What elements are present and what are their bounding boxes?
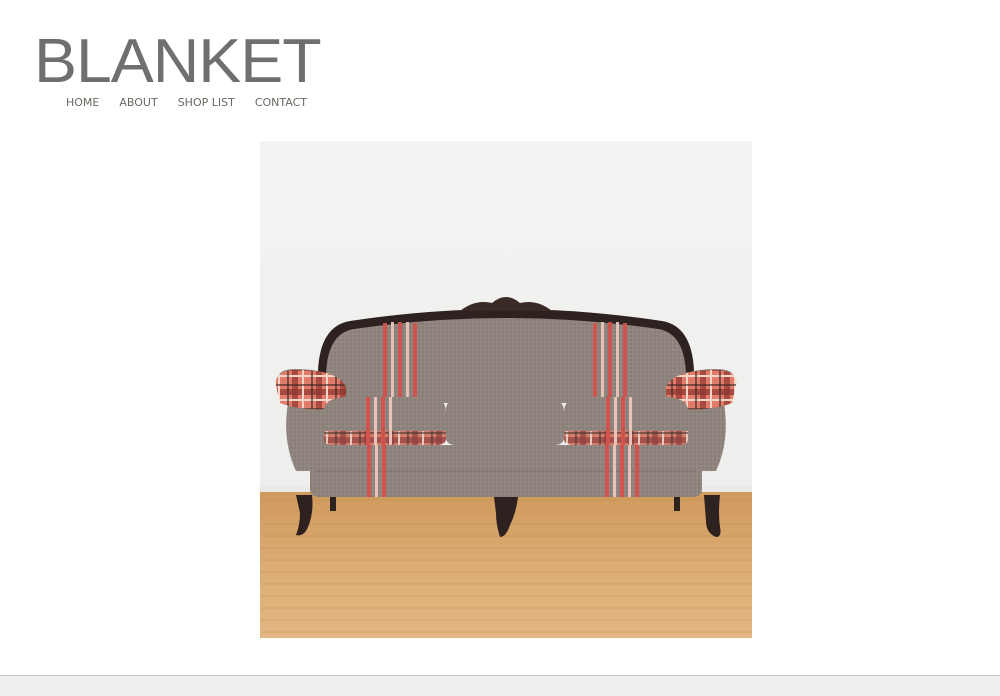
main-nav: HOME ABOUT SHOP LIST CONTACT <box>66 96 327 109</box>
hero-image <box>260 141 752 638</box>
nav-about-link[interactable]: ABOUT <box>119 96 157 109</box>
sofa-illustration <box>260 141 752 638</box>
footer-bar <box>0 675 1000 696</box>
nav-contact-link[interactable]: CONTACT <box>255 96 307 109</box>
nav-shop-list-link[interactable]: SHOP LIST <box>178 96 235 109</box>
site-logo[interactable]: BLANKET <box>34 30 322 94</box>
middle-cushion <box>446 397 564 445</box>
page: BLANKET HOME ABOUT SHOP LIST CONTACT <box>0 0 1000 696</box>
nav-home-link[interactable]: HOME <box>66 96 99 109</box>
sofa-back <box>326 318 686 403</box>
